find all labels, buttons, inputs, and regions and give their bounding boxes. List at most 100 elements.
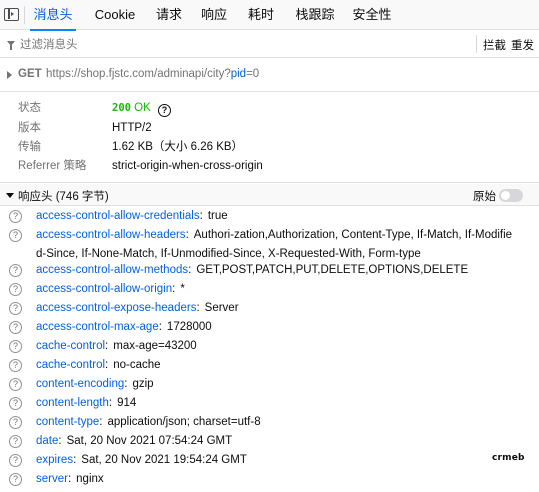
status-label: 状态 (18, 102, 41, 114)
header-value: true (207, 210, 228, 222)
header-line: access-control-allow-methods: GET,POST,PA… (36, 264, 469, 276)
response-headers-section[interactable]: 响应头 (746 字节) 原始 (0, 184, 539, 206)
header-name: cache-control (36, 340, 106, 352)
header-name: cache-control (36, 359, 106, 371)
sidebar-toggle-icon[interactable] (4, 8, 19, 21)
tab-stack-trace[interactable]: 栈跟踪 (290, 0, 340, 30)
header-line: content-type: application/json; charset=u… (36, 416, 261, 428)
header-line: content-length: 914 (36, 397, 137, 409)
funnel-icon (7, 41, 15, 50)
header-line: access-control-expose-headers: Server (36, 302, 239, 314)
request-line[interactable]: GET https://shop.fjstc.com/adminapi/city… (0, 59, 539, 92)
header-line: access-control-allow-credentials: true (36, 210, 228, 222)
question-circle-icon[interactable]: ? (9, 454, 22, 467)
header-value: nginx (76, 473, 104, 485)
header-name: access-control-allow-credentials (36, 210, 200, 222)
response-headers-title: 响应头 (746 字节) (18, 191, 109, 203)
header-name: access-control-allow-methods (36, 264, 189, 276)
triangle-down-icon[interactable] (6, 193, 14, 198)
header-line: access-control-allow-headers: Authori-zat… (36, 229, 513, 260)
header-value: no-cache (113, 359, 161, 371)
raw-label: 原始 (473, 191, 496, 203)
header-name: content-length (36, 397, 109, 409)
header-value: 914 (117, 397, 137, 409)
header-name: access-control-allow-headers (36, 229, 186, 241)
block-button[interactable]: 拦截 (483, 37, 506, 53)
question-circle-icon[interactable]: ? (9, 416, 22, 429)
question-circle-icon[interactable]: ? (9, 435, 22, 448)
status-value: 200 OK ? (112, 99, 171, 118)
watermark-logo: crmeb (492, 453, 525, 463)
tab-request[interactable]: 请求 (151, 0, 187, 30)
triangle-right-icon[interactable] (7, 71, 12, 79)
summary-row-transfer: 传输 1.62 KB（大小 6.26 KB） (0, 138, 539, 157)
summary-row-version: 版本 HTTP/2 (0, 119, 539, 138)
header-line: access-control-allow-origin: * (36, 283, 185, 295)
status-code: 200 (112, 102, 131, 114)
header-line: access-control-max-age: 1728000 (36, 321, 212, 333)
header-value: gzip (132, 378, 154, 390)
question-circle-icon[interactable]: ? (9, 302, 22, 315)
header-value: * (180, 283, 185, 295)
question-circle-icon[interactable]: ? (9, 321, 22, 334)
tab-cookie[interactable]: Cookie (88, 0, 142, 30)
header-name: content-type (36, 416, 100, 428)
header-line: expires: Sat, 20 Nov 2021 19:54:24 GMT (36, 454, 247, 466)
header-line: server: nginx (36, 473, 104, 485)
tab-security[interactable]: 安全性 (349, 0, 395, 30)
tab-headers[interactable]: 消息头 (30, 0, 76, 31)
tab-timings[interactable]: 耗时 (243, 0, 279, 30)
header-name: expires (36, 454, 74, 466)
request-url-base: https://shop.fjstc.com/adminapi/city? (46, 68, 231, 80)
question-circle-icon[interactable]: ? (9, 264, 22, 277)
header-line: cache-control: max-age=43200 (36, 340, 197, 352)
transfer-value: 1.62 KB（大小 6.26 KB） (112, 141, 244, 153)
header-value: Server (204, 302, 239, 314)
summary-row-referrer: Referrer 策略 strict-origin-when-cross-ori… (0, 157, 539, 176)
header-name: server (36, 473, 68, 485)
question-circle-icon[interactable]: ? (9, 359, 22, 372)
header-value: 1728000 (166, 321, 212, 333)
resend-button[interactable]: 重发 (511, 37, 534, 53)
version-label: 版本 (18, 122, 41, 134)
header-value: Sat, 20 Nov 2021 07:54:24 GMT (66, 435, 233, 447)
header-value: Sat, 20 Nov 2021 19:54:24 GMT (81, 454, 247, 466)
header-value: application/json; charset=utf-8 (107, 416, 261, 428)
request-method: GET (18, 68, 42, 80)
filter-headers-input[interactable] (20, 36, 460, 54)
tab-response[interactable]: 响应 (196, 0, 232, 30)
transfer-label: 传输 (18, 141, 41, 153)
question-circle-icon[interactable]: ? (158, 104, 171, 117)
divider (24, 6, 25, 24)
question-circle-icon[interactable]: ? (9, 397, 22, 410)
header-name: content-encoding (36, 378, 125, 390)
status-text: OK (134, 102, 151, 114)
tab-bar: 消息头 Cookie 请求 响应 耗时 栈跟踪 安全性 (0, 0, 539, 31)
summary-row-status: 状态 200 OK ? (0, 99, 539, 118)
header-line: cache-control: no-cache (36, 359, 161, 371)
question-circle-icon[interactable]: ? (9, 210, 22, 223)
request-url-param-value: =0 (246, 68, 260, 80)
question-circle-icon[interactable]: ? (9, 229, 22, 242)
filter-bar: 拦截 重发 (0, 31, 539, 58)
question-circle-icon[interactable]: ? (9, 283, 22, 296)
question-circle-icon[interactable]: ? (9, 378, 22, 391)
header-value: max-age=43200 (113, 340, 197, 352)
version-value: HTTP/2 (112, 122, 152, 134)
divider (476, 35, 477, 53)
header-name: date (36, 435, 59, 447)
header-name: access-control-allow-origin (36, 283, 173, 295)
header-name: access-control-expose-headers (36, 302, 197, 314)
header-name: access-control-max-age (36, 321, 159, 333)
question-circle-icon[interactable]: ? (9, 340, 22, 353)
request-url: https://shop.fjstc.com/adminapi/city?pid… (46, 68, 259, 80)
header-line: content-encoding: gzip (36, 378, 154, 390)
response-headers-list: ? access-control-allow-credentials: true … (0, 207, 539, 492)
referrer-value: strict-origin-when-cross-origin (112, 160, 263, 172)
header-line: date: Sat, 20 Nov 2021 07:54:24 GMT (36, 435, 233, 447)
referrer-label: Referrer 策略 (18, 160, 87, 172)
question-circle-icon[interactable]: ? (9, 473, 22, 486)
raw-toggle[interactable] (499, 189, 523, 202)
request-url-param-key: pid (230, 68, 247, 80)
request-summary: 状态 200 OK ? 版本 HTTP/2 传输 1.62 KB（大小 6.26… (0, 93, 539, 183)
